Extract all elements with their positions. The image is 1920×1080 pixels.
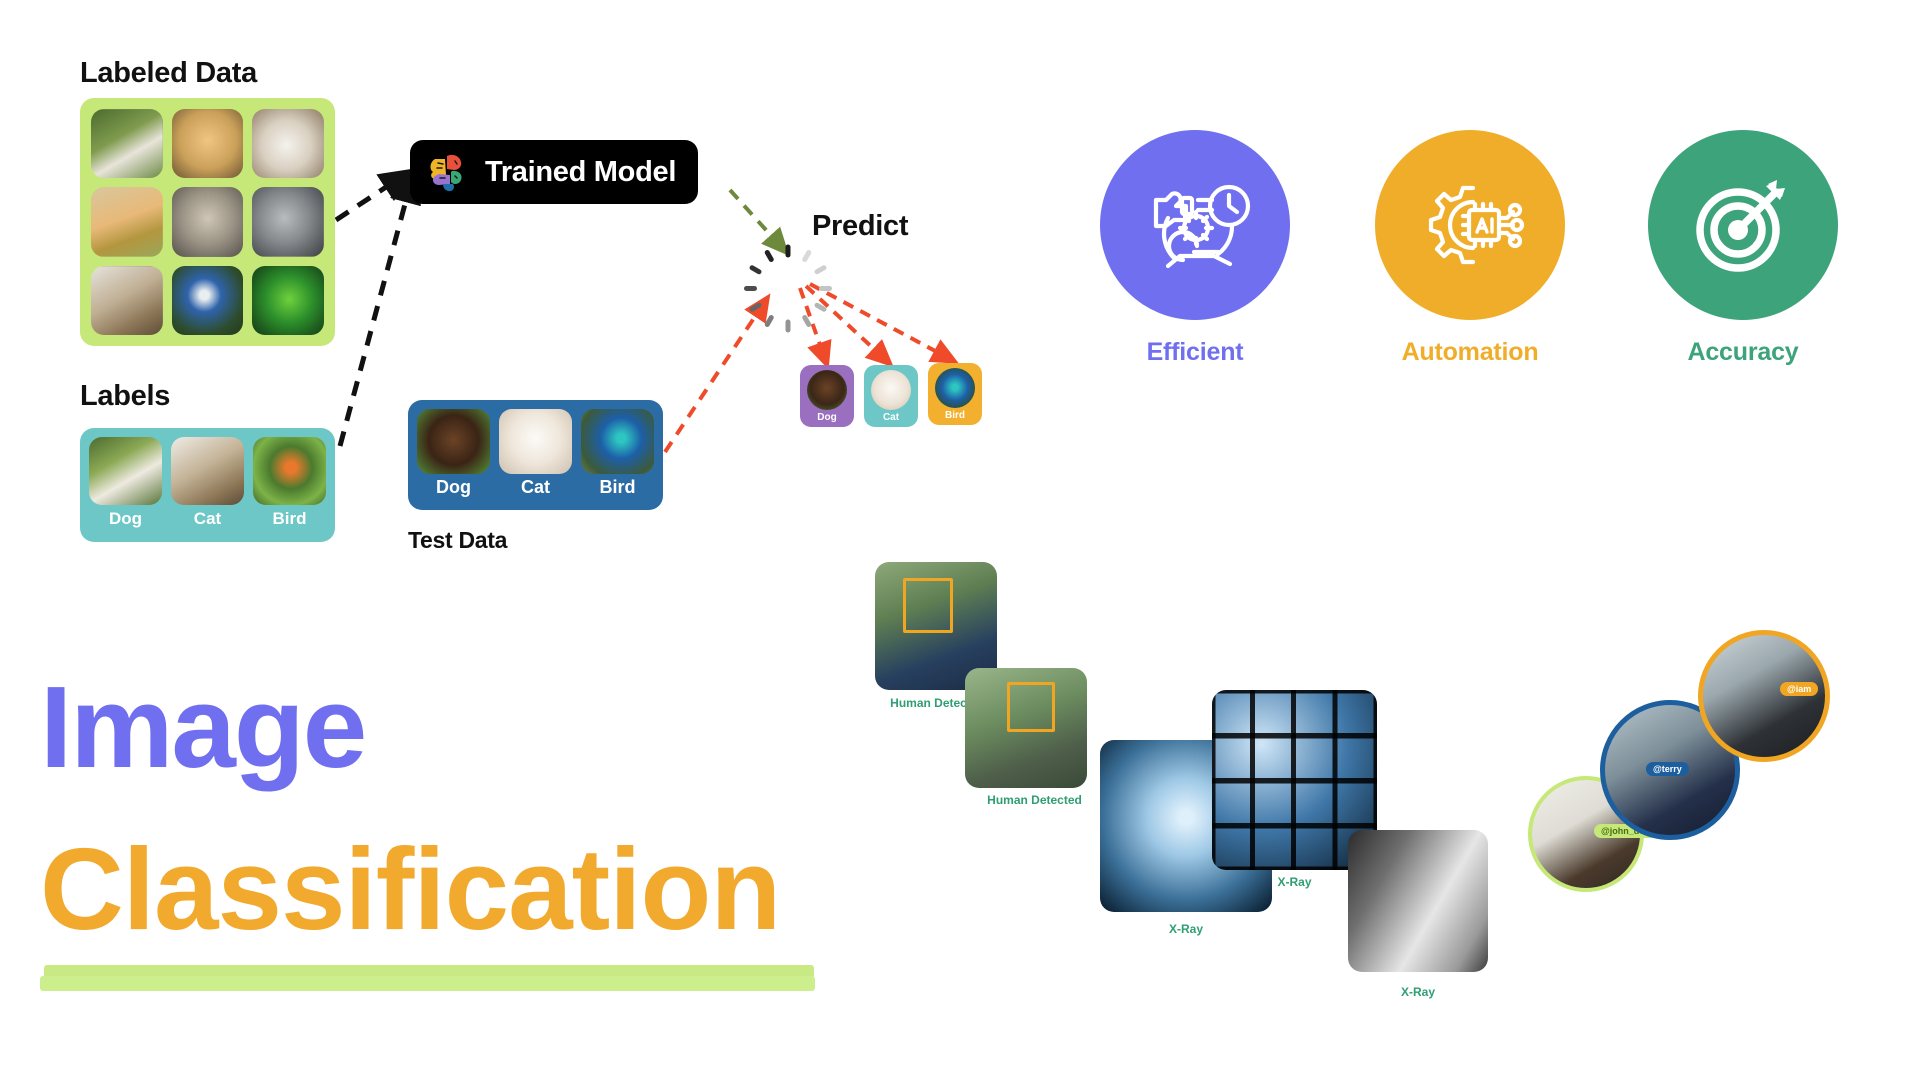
labels-caption-bird: Bird <box>272 509 307 528</box>
labels-thumb-dog <box>89 437 162 505</box>
gear-ai-chip-icon <box>1411 166 1529 284</box>
predict-heading: Predict <box>812 210 909 242</box>
labels-panel: Dog Cat Bird <box>80 428 335 542</box>
feature-efficient-label: Efficient <box>1146 338 1244 366</box>
result-thumb-bird <box>935 368 975 408</box>
human-photo-2 <box>965 668 1087 788</box>
labeled-data-grid <box>91 109 324 335</box>
arrow-predict-to-cat <box>804 284 894 368</box>
infographic-canvas: Labeled Data Labels Dog Cat Bird Trained… <box>0 0 1920 1080</box>
result-label-dog: Dog <box>817 412 837 423</box>
face-detection-box-1 <box>903 578 953 633</box>
labels-thumb-cat <box>171 437 244 505</box>
labeled-thumb-dog-2 <box>171 109 244 179</box>
arrow-predict-to-bird <box>809 282 960 364</box>
feature-automation-label: Automation <box>1401 338 1539 366</box>
feature-accuracy-label: Accuracy <box>1687 338 1799 366</box>
test-thumb-bird <box>581 409 654 474</box>
test-thumb-cat <box>499 409 572 474</box>
result-thumb-dog <box>807 370 847 410</box>
trained-model-label: Trained Model <box>485 155 677 188</box>
feature-automation-circle <box>1375 130 1565 320</box>
arrow-labeled-to-model <box>334 168 415 223</box>
result-label-cat: Cat <box>882 412 900 423</box>
avatar-tag-terry: @terry <box>1646 762 1689 776</box>
feature-efficient[interactable]: Efficient <box>1100 130 1290 367</box>
avatar-iam[interactable] <box>1698 630 1830 762</box>
labeled-thumb-cat-3 <box>91 265 163 335</box>
labeled-thumb-bird-1 <box>171 265 244 335</box>
result-label-bird: Bird <box>945 410 965 421</box>
xray-photo-neck <box>1348 830 1488 972</box>
labels-caption-dog: Dog <box>108 509 143 528</box>
test-data-row: Dog Cat Bird <box>417 409 654 501</box>
face-detection-box-2 <box>1007 682 1055 732</box>
labeled-thumb-cat-1 <box>171 187 244 257</box>
feature-automation[interactable]: Automation <box>1375 130 1565 367</box>
labeled-thumb-dog-1 <box>91 109 163 179</box>
page-title-line-2: Classification <box>40 824 781 954</box>
test-data-heading: Test Data <box>408 527 508 553</box>
arrow-model-to-predict <box>728 188 790 256</box>
labels-thumb-bird <box>253 437 326 505</box>
labeled-thumb-cat-2 <box>252 187 324 257</box>
labeled-data-panel <box>80 98 335 346</box>
labeled-thumb-bird-2 <box>252 265 324 335</box>
avatar-tag-iam: @iam <box>1780 682 1819 696</box>
feature-efficient-circle <box>1100 130 1290 320</box>
efficiency-hand-clock-gear-icon <box>1136 166 1254 284</box>
test-item-bird: Bird <box>581 409 654 501</box>
feature-accuracy-circle <box>1648 130 1838 320</box>
labels-caption-cat: Cat <box>193 509 222 528</box>
feature-accuracy[interactable]: Accuracy <box>1648 130 1838 367</box>
test-thumb-dog <box>417 409 490 474</box>
xray-caption-neck: X-Ray <box>1400 985 1435 999</box>
test-data-panel: Dog Cat Bird <box>408 400 663 510</box>
test-item-cat: Cat <box>499 409 572 501</box>
labels-item-bird: Bird <box>253 437 326 533</box>
result-card-cat[interactable]: Cat <box>864 365 918 427</box>
test-caption-dog: Dog <box>436 477 471 497</box>
labels-heading: Labels <box>80 380 171 412</box>
xray-caption-chest: X-Ray <box>1168 922 1203 936</box>
arrow-test-to-predict <box>663 293 771 454</box>
result-thumb-cat <box>871 370 911 410</box>
result-card-bird[interactable]: Bird <box>928 363 982 425</box>
test-caption-cat: Cat <box>520 477 550 497</box>
title-underline-bottom <box>40 976 815 991</box>
labels-item-cat: Cat <box>171 437 244 533</box>
target-arrow-icon <box>1684 166 1802 284</box>
human-caption-2: Human Detected <box>987 793 1082 807</box>
labeled-thumb-dog-4 <box>91 187 163 257</box>
labeled-thumb-dog-3 <box>252 109 324 179</box>
test-item-dog: Dog <box>417 409 490 501</box>
labels-row: Dog Cat Bird <box>89 437 326 533</box>
trained-model-badge[interactable]: Trained Model <box>410 140 699 204</box>
labels-item-dog: Dog <box>89 437 162 533</box>
arrow-labels-to-model <box>337 168 421 447</box>
brain-icon <box>426 151 472 193</box>
loading-spinner-icon <box>744 244 832 333</box>
page-title-line-1: Image <box>40 662 367 792</box>
result-card-dog[interactable]: Dog <box>800 365 854 427</box>
test-caption-bird: Bird <box>599 477 636 497</box>
labeled-data-heading: Labeled Data <box>80 57 257 89</box>
